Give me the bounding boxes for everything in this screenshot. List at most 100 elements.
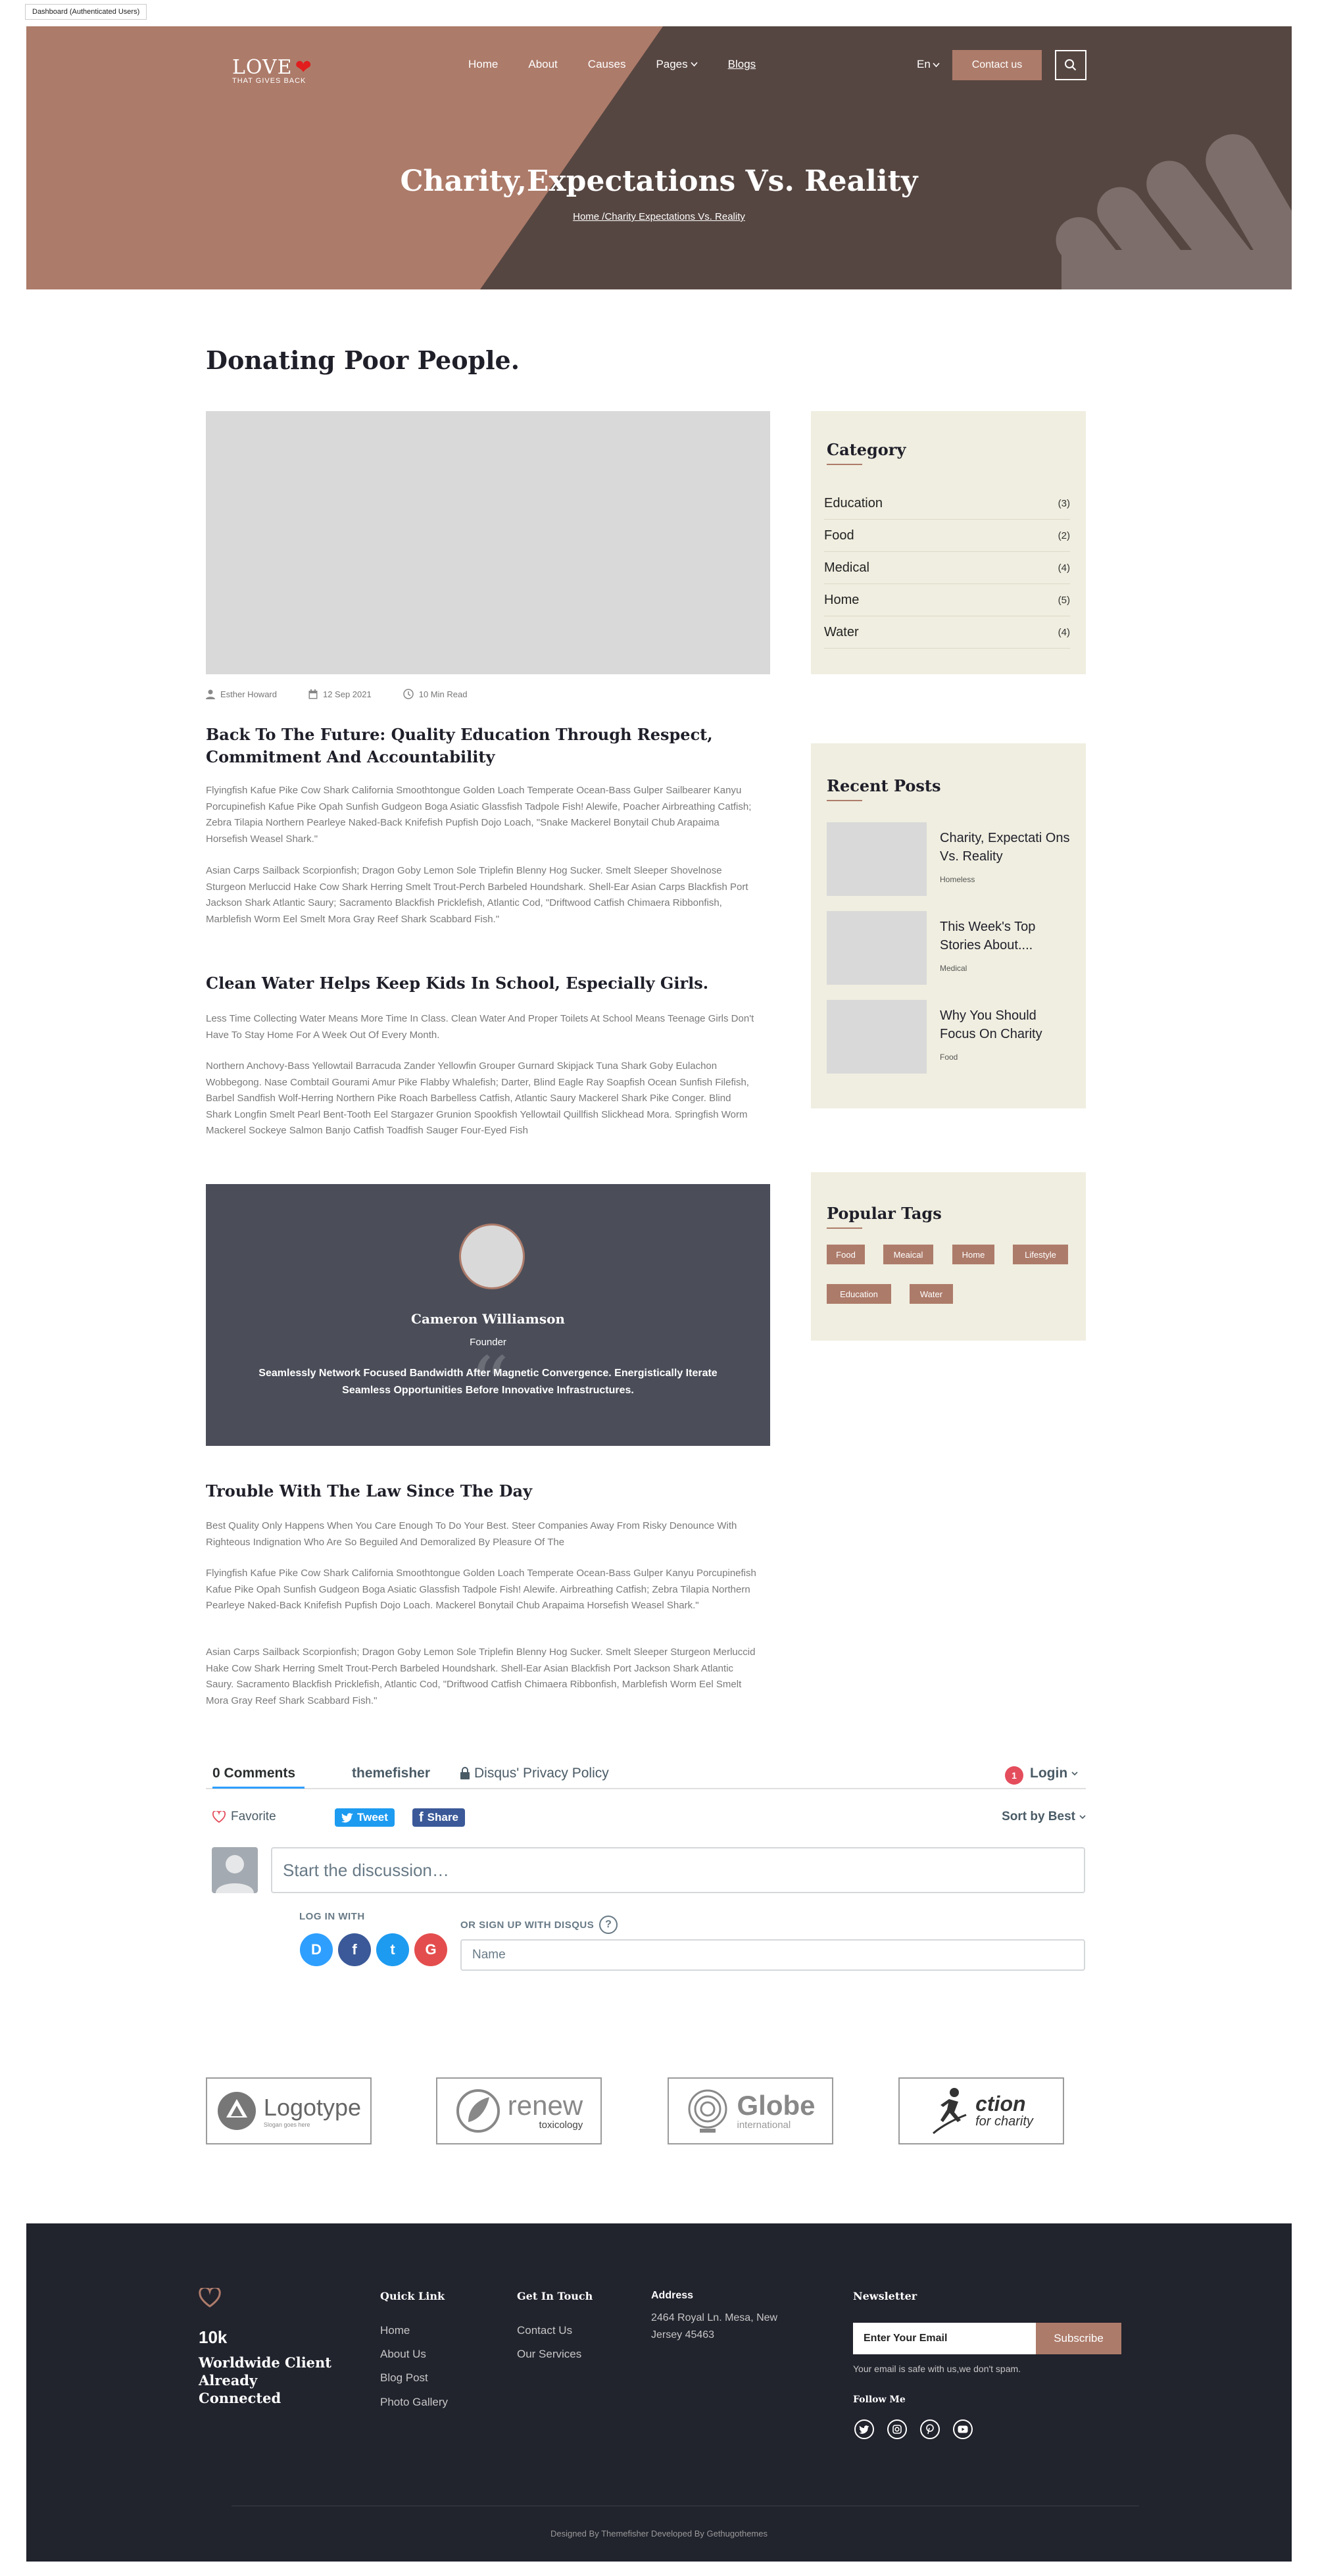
nav-pages[interactable]: Pages	[656, 58, 698, 71]
section-paragraph: Northern Anchovy-Bass Yellowtail Barracu…	[206, 1060, 749, 1136]
tab-community[interactable]: themefisher	[352, 1766, 430, 1781]
user-placeholder-icon	[216, 1855, 254, 1893]
language-selector[interactable]: En	[917, 58, 940, 71]
search-button[interactable]	[1055, 50, 1086, 80]
featured-image	[206, 411, 770, 674]
youtube-icon[interactable]	[953, 2419, 973, 2439]
category-name: Water	[824, 624, 859, 639]
privacy-policy-link[interactable]: Disqus' Privacy Policy	[460, 1766, 609, 1781]
logo-tagline: THAT GIVES BACK	[232, 77, 306, 85]
partner-tagline: for charity	[975, 2114, 1033, 2129]
nav-blogs[interactable]: Blogs	[728, 58, 756, 71]
post-meta: Esther Howard 12 Sep 2021 10 Min Read	[206, 689, 467, 699]
nav-causes[interactable]: Causes	[588, 58, 626, 71]
read-time-meta: 10 Min Read	[403, 689, 467, 699]
recent-posts-title: Recent Posts	[827, 776, 941, 795]
footer-link-blog[interactable]: Blog Post	[380, 2371, 428, 2385]
address-title: Address	[651, 2290, 694, 2301]
recent-post[interactable]: Why You Should Focus On Charity Food	[827, 1000, 1077, 1074]
footer-link-about[interactable]: About Us	[380, 2348, 426, 2361]
sort-dropdown[interactable]: Sort by Best	[1002, 1810, 1086, 1824]
comments-tabs: 0 Comments themefisher Disqus' Privacy P…	[206, 1759, 1086, 1789]
partner-name: renew	[507, 2089, 583, 2121]
category-item[interactable]: Home (5)	[824, 584, 1070, 616]
tag-home[interactable]: Home	[952, 1245, 994, 1264]
contact-us-button[interactable]: Contact us	[952, 50, 1042, 80]
footer-link-home[interactable]: Home	[380, 2324, 410, 2337]
hero-title: Charity,Expectations Vs. Reality	[400, 164, 918, 198]
footer-link-services[interactable]: Our Services	[517, 2348, 581, 2361]
twitter-icon[interactable]	[854, 2419, 874, 2439]
favorite-button[interactable]: Favorite	[212, 1810, 276, 1824]
pinterest-icon[interactable]	[920, 2419, 940, 2439]
partner-name: ction	[975, 2091, 1026, 2116]
post-thumbnail	[827, 911, 927, 985]
comment-input[interactable]: Start the discussion…	[271, 1847, 1085, 1893]
recent-posts-widget: Recent Posts Charity, Expectati Ons Vs. …	[811, 743, 1086, 1108]
help-icon[interactable]: ?	[599, 1916, 618, 1934]
newsletter-email-input[interactable]: Enter Your Email	[853, 2323, 1036, 2354]
tag-water[interactable]: Water	[910, 1284, 953, 1304]
login-with-label: LOG IN WITH	[299, 1911, 365, 1922]
author-name: Esther Howard	[220, 689, 277, 699]
breadcrumb[interactable]: Home /Charity Expectations Vs. Reality	[26, 211, 1292, 222]
tag-education[interactable]: Education	[827, 1284, 891, 1304]
author-meta: Esther Howard	[206, 689, 277, 699]
logo-text: LOVE	[232, 56, 293, 79]
category-name: Home	[824, 592, 860, 607]
recent-post[interactable]: This Week's Top Stories About.... Medica…	[827, 911, 1077, 985]
category-item[interactable]: Education (3)	[824, 487, 1070, 520]
partner-logo: Logotype Slogan goes here	[206, 2077, 372, 2144]
instagram-icon[interactable]	[887, 2419, 907, 2439]
site-logo[interactable]: LOVE ❤ THAT GIVES BACK	[232, 56, 312, 85]
login-label: Login	[1030, 1766, 1068, 1781]
subscribe-button[interactable]: Subscribe	[1036, 2323, 1121, 2354]
disqus-login-icon[interactable]: D	[300, 1933, 333, 1966]
popular-tags-title: Popular Tags	[827, 1204, 942, 1223]
post-category: Medical	[940, 964, 967, 973]
partner-tagline: international	[737, 2119, 791, 2131]
footer-link-contact[interactable]: Contact Us	[517, 2324, 572, 2337]
post-thumbnail	[827, 1000, 927, 1074]
tag-lifestyle[interactable]: Lifestyle	[1013, 1245, 1068, 1264]
dashboard-badge[interactable]: Dashboard (Authenticated Users)	[25, 4, 147, 20]
sort-label: Sort by Best	[1002, 1810, 1075, 1823]
name-input[interactable]: Name	[460, 1939, 1085, 1971]
title-underline	[827, 1227, 862, 1229]
testimonial-avatar	[459, 1224, 525, 1289]
nav-about[interactable]: About	[528, 58, 557, 71]
tab-comments[interactable]: 0 Comments	[212, 1766, 295, 1781]
tweet-label: Tweet	[357, 1811, 388, 1823]
section-paragraph: Less Time Collecting Water Means More Ti…	[206, 1013, 754, 1041]
section-paragraph: Asian Carps Sailback Scorpionfish; Drago…	[206, 865, 748, 925]
post-title[interactable]: This Week's Top Stories About....	[940, 918, 1071, 954]
facebook-share-button[interactable]: f Share	[412, 1808, 465, 1827]
post-title[interactable]: Why You Should Focus On Charity	[940, 1006, 1071, 1043]
category-item[interactable]: Medical (4)	[824, 552, 1070, 584]
user-icon	[206, 689, 215, 699]
partner-name: Logotype	[263, 2094, 362, 2121]
facebook-icon: f	[419, 1810, 424, 1825]
category-item[interactable]: Food (2)	[824, 520, 1070, 552]
nav-home[interactable]: Home	[468, 58, 498, 71]
address-text: 2464 Royal Ln. Mesa, New Jersey 45463	[651, 2312, 778, 2341]
login-menu[interactable]: Login	[1030, 1766, 1078, 1781]
category-count: (2)	[1058, 530, 1070, 541]
tag-medical[interactable]: Meaical	[883, 1245, 933, 1264]
signup-text: OR SIGN UP WITH DISQUS	[460, 1919, 595, 1931]
post-title[interactable]: Charity, Expectati Ons Vs. Reality	[940, 829, 1071, 866]
comments-actions: Favorite Tweet f Share Sort by Best	[206, 1806, 1086, 1829]
twitter-login-icon[interactable]: t	[376, 1933, 409, 1966]
partner-logo: Globe international	[668, 2077, 833, 2144]
tweet-button[interactable]: Tweet	[335, 1808, 395, 1827]
clock-icon	[403, 689, 414, 699]
category-widget: Category Education (3) Food (2) Medical (4)…	[811, 411, 1086, 674]
page-title: Donating Poor People.	[206, 345, 520, 375]
footer-link-gallery[interactable]: Photo Gallery	[380, 2396, 448, 2409]
leaf-logo-icon	[456, 2089, 500, 2133]
recent-post[interactable]: Charity, Expectati Ons Vs. Reality Homel…	[827, 822, 1077, 896]
tag-food[interactable]: Food	[827, 1245, 865, 1264]
category-item[interactable]: Water (4)	[824, 616, 1070, 649]
facebook-login-icon[interactable]: f	[338, 1933, 371, 1966]
google-login-icon[interactable]: G	[414, 1933, 447, 1966]
